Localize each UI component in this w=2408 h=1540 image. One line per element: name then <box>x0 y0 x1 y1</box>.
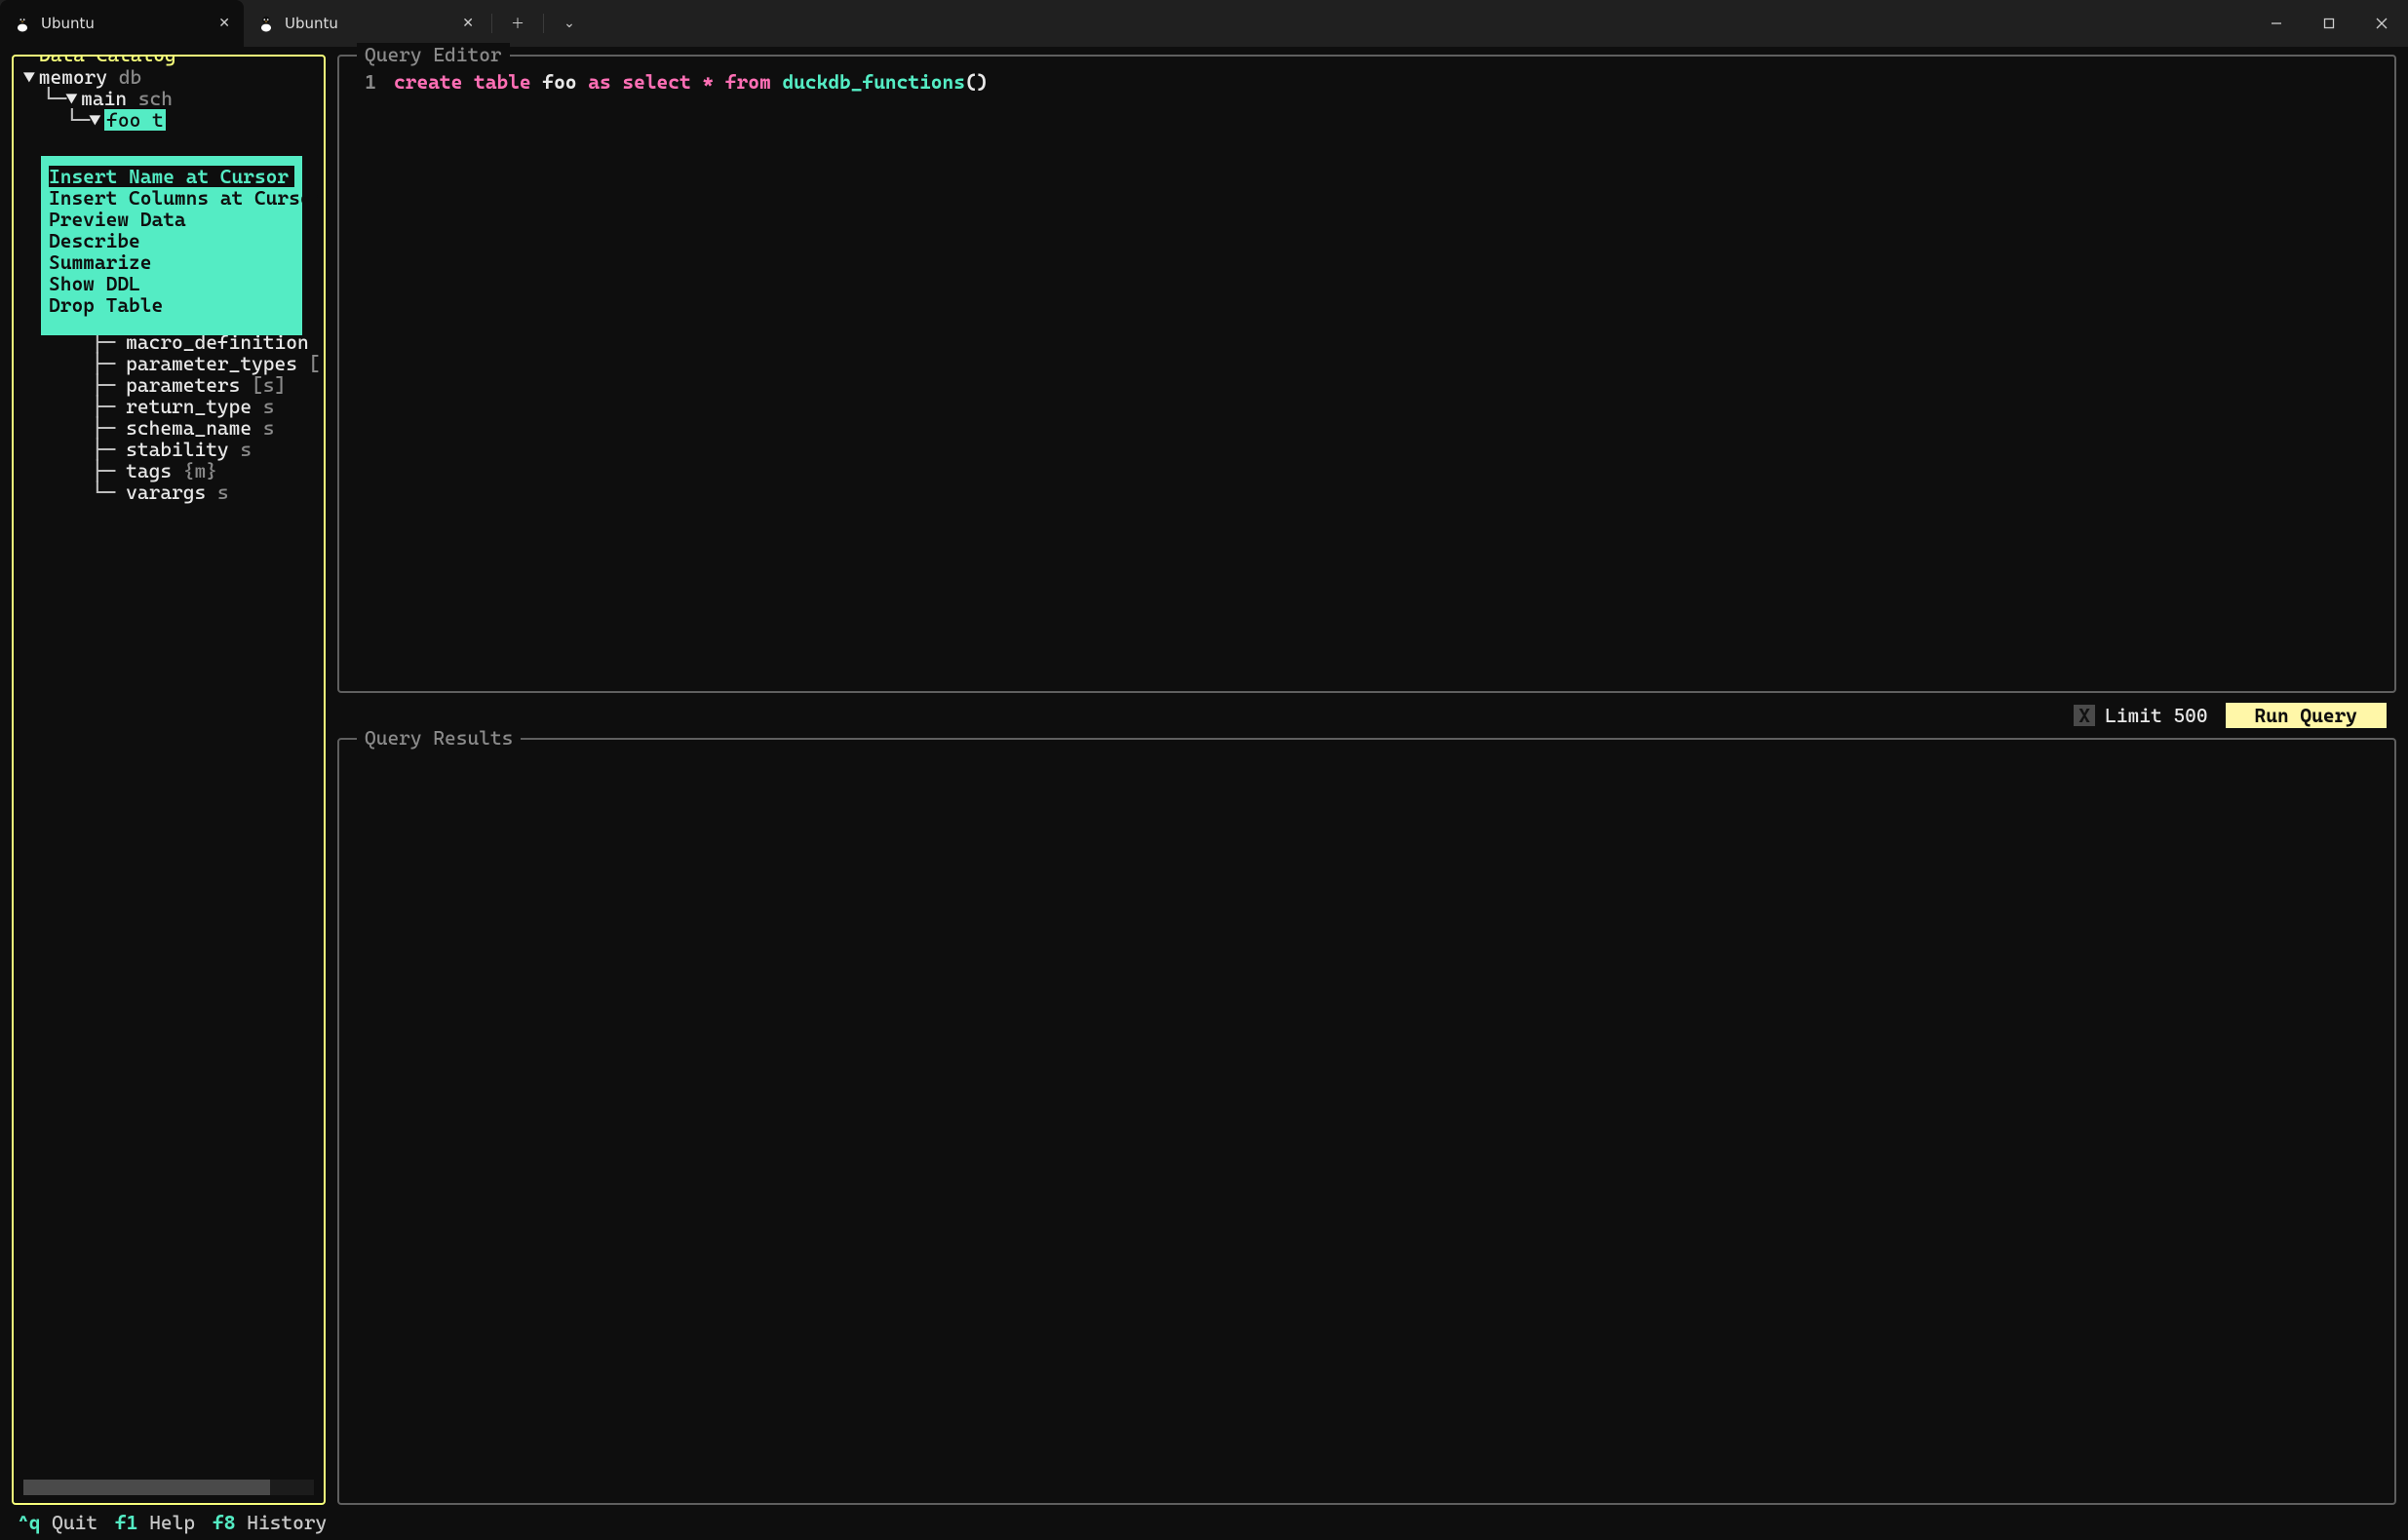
new-tab-button[interactable]: ＋ <box>496 0 539 47</box>
maximize-button[interactable] <box>2303 0 2355 47</box>
ctx-insert-columns[interactable]: Insert Columns at Cursor <box>41 187 302 209</box>
close-window-button[interactable] <box>2355 0 2408 47</box>
ctx-summarize[interactable]: Summarize <box>41 251 302 273</box>
tree-column[interactable]: ├─ return_type s <box>23 396 320 417</box>
tree-column[interactable]: └─ varargs s <box>23 481 320 503</box>
ctx-preview-data[interactable]: Preview Data <box>41 209 302 230</box>
tree-branch-icon: └─ <box>92 481 126 504</box>
tree-column[interactable]: ├─ stability s <box>23 439 320 460</box>
tree-column[interactable]: ├─ parameters [s] <box>23 374 320 396</box>
column-name: return_type <box>126 395 252 418</box>
footer-shortcuts: ^q Quit f1 Help f8 History <box>12 1505 2396 1534</box>
tree-branch-icon: ├─ <box>92 438 126 461</box>
tree-table[interactable]: ▼ foo t <box>23 109 320 131</box>
code-line[interactable]: 1 create table foo as select * from duck… <box>349 70 2385 94</box>
data-catalog-panel[interactable]: Data Catalog ▼ memory db ▼ main sch ▼ fo… <box>12 55 326 1505</box>
limit-checkbox[interactable]: X Limit 500 <box>2074 704 2207 727</box>
shortcut-history: f8 History <box>213 1511 327 1534</box>
column-name: stability <box>126 438 228 461</box>
tree-db[interactable]: ▼ memory db <box>23 66 320 88</box>
tree-branch-icon: ├─ <box>92 373 126 397</box>
tab-dropdown-button[interactable]: ⌄ <box>548 0 591 47</box>
scrollbar-thumb[interactable] <box>23 1480 270 1495</box>
shortcut-help: f1 Help <box>115 1511 195 1534</box>
ctx-insert-name[interactable]: Insert Name at Cursor <box>49 166 294 187</box>
line-number: 1 <box>349 70 376 94</box>
ctx-describe[interactable]: Describe <box>41 230 302 251</box>
column-type: [ <box>309 352 321 375</box>
tree-column[interactable]: ├─ schema_name s <box>23 417 320 439</box>
shortcut-quit: ^q Quit <box>18 1511 97 1534</box>
window-controls <box>2250 0 2408 47</box>
triangle-down-icon: ▼ <box>23 66 35 88</box>
column-type: [s] <box>252 373 286 397</box>
column-name: tags <box>126 459 172 482</box>
tree-column[interactable]: ├─ parameter_types [ <box>23 353 320 374</box>
ctx-drop-table[interactable]: Drop Table <box>41 294 302 316</box>
tree-branch-icon: ├─ <box>92 459 126 482</box>
column-type: s <box>217 481 229 504</box>
chevron-down-icon: ⌄ <box>563 16 575 31</box>
tux-icon <box>257 15 275 32</box>
minimize-button[interactable] <box>2250 0 2303 47</box>
limit-label: Limit 500 <box>2105 704 2207 727</box>
close-tab-icon[interactable]: ✕ <box>218 16 230 31</box>
code-content[interactable]: create table foo as select * from duckdb… <box>394 70 988 94</box>
tree-column[interactable]: ├─ tags {m} <box>23 460 320 481</box>
column-list: ├─ macro_definition ├─ parameter_types [… <box>23 331 320 503</box>
column-name: schema_name <box>126 416 252 440</box>
close-tab-icon[interactable]: ✕ <box>462 16 474 31</box>
tab-controls: ＋ ⌄ <box>496 0 591 47</box>
column-type: s <box>263 416 275 440</box>
terminal-tab-1[interactable]: Ubuntu ✕ <box>0 0 244 47</box>
catalog-tree[interactable]: ▼ memory db ▼ main sch ▼ foo t Insert Na… <box>18 66 320 503</box>
editor-toolbar: X Limit 500 Run Query <box>337 703 2396 728</box>
tree-schema[interactable]: ▼ main sch <box>23 88 320 109</box>
tab-label: Ubuntu <box>285 15 338 32</box>
column-type: s <box>240 438 252 461</box>
panel-title: Query Results <box>357 726 521 750</box>
column-name: parameter_types <box>126 352 297 375</box>
column-type: s <box>263 395 275 418</box>
window-titlebar: Ubuntu ✕ Ubuntu ✕ ＋ ⌄ <box>0 0 2408 47</box>
query-editor-panel[interactable]: Query Editor 1 create table foo as selec… <box>337 55 2396 693</box>
checkbox-box[interactable]: X <box>2074 705 2095 726</box>
tree-branch-icon: ├─ <box>92 416 126 440</box>
tab-label: Ubuntu <box>41 15 95 32</box>
context-menu[interactable]: Insert Name at Cursor Insert Columns at … <box>41 156 302 335</box>
run-query-button[interactable]: Run Query <box>2226 703 2387 728</box>
query-results-panel[interactable]: Query Results <box>337 738 2396 1505</box>
column-name: varargs <box>126 481 206 504</box>
divider <box>543 14 544 33</box>
ctx-show-ddl[interactable]: Show DDL <box>41 273 302 294</box>
divider <box>491 14 492 33</box>
column-name: parameters <box>126 373 240 397</box>
tree-branch-icon: ├─ <box>92 352 126 375</box>
column-type: {m} <box>183 459 217 482</box>
panel-title: Query Editor <box>357 43 510 66</box>
horizontal-scrollbar[interactable] <box>23 1480 314 1495</box>
selected-table: foo t <box>104 109 166 131</box>
triangle-down-icon: ▼ <box>65 88 77 109</box>
tux-icon <box>14 15 31 32</box>
terminal-tab-2[interactable]: Ubuntu ✕ <box>244 0 487 47</box>
triangle-down-icon: ▼ <box>89 109 100 131</box>
tree-branch-icon: ├─ <box>92 395 126 418</box>
